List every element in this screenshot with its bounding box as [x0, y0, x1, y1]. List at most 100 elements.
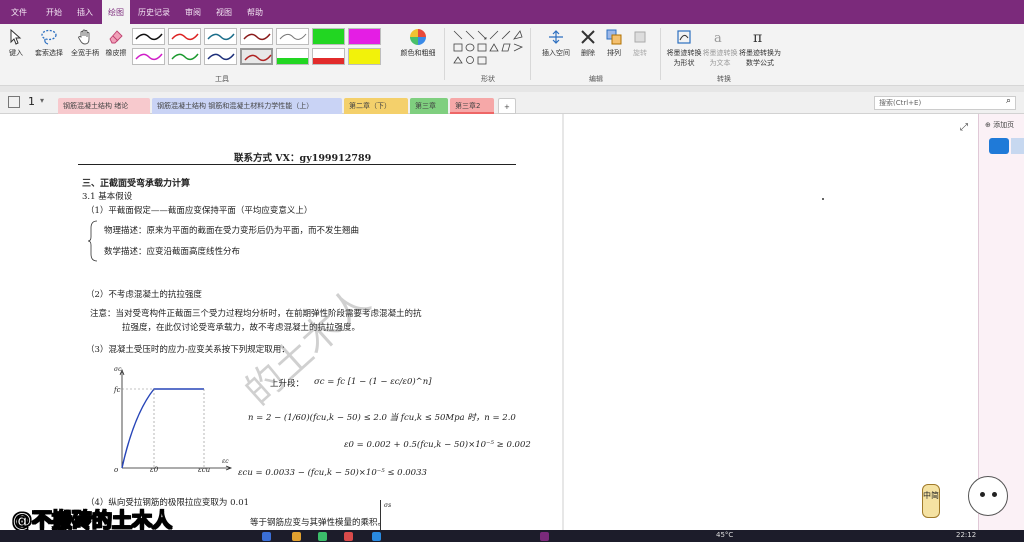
pen-navy[interactable]	[204, 48, 237, 65]
add-page-button[interactable]: ⊕ 添加页	[985, 120, 1024, 130]
header-rule	[78, 164, 516, 165]
graph2-axis	[380, 500, 381, 530]
rotate-button[interactable]: 旋转	[628, 28, 652, 58]
hand-label: 全宽手柄	[71, 49, 99, 57]
highlighter-red[interactable]	[312, 48, 345, 65]
section-tabs-bar: 1 ▾ 钢筋混凝土结构 绪论 钢筋混凝土结构 钢筋和混凝土材料力学性能（上） 第…	[0, 92, 1024, 114]
add-section-button[interactable]: +	[498, 98, 516, 114]
mascot-face-icon	[968, 476, 1008, 516]
ink-to-text-button[interactable]: a 将墨迹转换为文本	[702, 28, 738, 68]
ink-to-math-button[interactable]: π 将墨迹转换为数学公式	[738, 28, 782, 68]
pen-magenta[interactable]	[132, 48, 165, 65]
highlighter-green[interactable]	[312, 28, 345, 45]
menu-draw[interactable]: 绘图	[102, 0, 130, 24]
subsection-heading: 3.1 基本假设	[82, 192, 133, 202]
pen-black[interactable]	[132, 28, 165, 45]
menu-insert[interactable]: 插入	[72, 0, 98, 24]
section-heading: 三、正截面受弯承载力计算	[82, 179, 191, 189]
stress-strain-graph	[119, 368, 233, 471]
arrange-button[interactable]: 排列	[602, 28, 626, 58]
pen-darkred[interactable]	[240, 28, 273, 45]
graph-origin: o	[114, 466, 119, 474]
section-tab-4[interactable]: 第三章	[410, 98, 448, 114]
taskbar-app-icon[interactable]	[292, 532, 301, 541]
tools-group-label: 工具	[215, 75, 229, 83]
menu-file[interactable]: 文件	[6, 0, 32, 24]
content-area: 联系方式 VX：gy199912789 三、正截面受弯承载力计算 3.1 基本假…	[0, 114, 1024, 533]
menu-start[interactable]: 开始	[40, 0, 68, 24]
pen-teal[interactable]	[204, 28, 237, 45]
graph-ecu-label: εcu	[198, 466, 211, 474]
contact-line: 联系方式 VX：gy199912789	[234, 153, 372, 164]
graph-ylabel: σc	[114, 366, 122, 373]
assumption-1: （1）平截面假定——截面应变保持平面（平均应变意义上）	[86, 206, 313, 216]
taskbar-app-icon[interactable]	[372, 532, 381, 541]
expand-icon[interactable]: ⤢	[960, 122, 968, 133]
menu-review[interactable]: 审阅	[180, 0, 206, 24]
mascot-sticker: 中简	[918, 470, 1022, 526]
eraser-icon	[109, 30, 123, 44]
shapes-gallery[interactable]	[452, 29, 524, 67]
chevron-down-icon[interactable]: ▾	[40, 96, 44, 105]
eraser-tool[interactable]: 橡皮擦	[102, 28, 130, 58]
menu-view[interactable]: 视图	[210, 0, 238, 24]
math-description: 数学描述：应变沿截面高度线性分布	[104, 247, 241, 257]
taskbar-app-icon[interactable]	[344, 532, 353, 541]
menu-help[interactable]: 帮助	[242, 0, 268, 24]
section-tab-1[interactable]: 钢筋混凝土结构 绪论	[58, 98, 150, 114]
taskbar-app-icon[interactable]	[318, 532, 327, 541]
graph-fc-label: fc	[114, 386, 121, 394]
svg-text:π: π	[753, 30, 762, 46]
pi-icon: π	[753, 30, 762, 46]
assumption-5: 等于钢筋应变与其弹性模量的乘积。	[250, 518, 387, 528]
pen-selected[interactable]	[240, 48, 273, 65]
ink-text-icon: a	[714, 31, 722, 46]
type-tool[interactable]: 键入	[4, 28, 28, 58]
app-badge-icon[interactable]	[989, 138, 1009, 154]
lasso-icon	[41, 29, 57, 45]
color-weight-label: 颜色和粗细	[400, 49, 436, 57]
section-tab-2[interactable]: 钢筋混凝土结构 钢筋和混凝土材料力学性能（上）	[152, 98, 342, 114]
hand-tool[interactable]: 全宽手柄	[68, 28, 102, 58]
page-list-item[interactable]	[1011, 138, 1024, 154]
divider	[444, 28, 445, 80]
pen-green[interactable]	[168, 48, 201, 65]
search-input[interactable]: 搜索(Ctrl+E)	[874, 96, 1016, 110]
section-tab-3[interactable]: 第二章（下）	[344, 98, 408, 114]
mascot-eye-icon	[980, 492, 985, 497]
rotate-label: 旋转	[633, 49, 647, 57]
page-divider	[562, 114, 564, 530]
temperature-readout: 45°C	[716, 531, 734, 539]
pen-gray[interactable]	[276, 28, 309, 45]
lasso-tool[interactable]: 套索选择	[32, 28, 66, 58]
delete-label: 删除	[581, 49, 595, 57]
menu-history[interactable]: 历史记录	[134, 0, 174, 24]
insert-space-button[interactable]: 插入空间	[536, 28, 576, 58]
hand-icon	[78, 29, 90, 45]
color-weight-button[interactable]: 颜色和粗细	[398, 28, 438, 58]
ink-to-shape-button[interactable]: 将墨迹转换为形状	[666, 28, 702, 68]
search-icon[interactable]: ⌕	[1006, 96, 1011, 106]
taskbar-app-icon[interactable]	[262, 532, 271, 541]
ink-to-shape-label: 将墨迹转换为形状	[666, 49, 702, 67]
document-page[interactable]: 联系方式 VX：gy199912789 三、正截面受弯承载力计算 3.1 基本假…	[0, 114, 560, 530]
section-tab-5[interactable]: 第三章2	[450, 98, 494, 114]
pen-stroke-icon	[171, 33, 199, 41]
menu-bar: 文件 开始 插入 绘图 历史记录 审阅 视图 帮助	[0, 0, 1024, 24]
cursor-icon	[10, 28, 22, 45]
graph2-label: σs	[384, 502, 392, 509]
notebook-icon[interactable]	[8, 96, 20, 108]
highlighter-green-2[interactable]	[276, 48, 309, 65]
pen-red[interactable]	[168, 28, 201, 45]
delete-button[interactable]: 删除	[576, 28, 600, 58]
taskbar-onenote-icon[interactable]	[540, 532, 549, 541]
svg-text:a: a	[714, 31, 722, 46]
divider	[660, 28, 661, 80]
ribbon: 键入 套索选择 全宽手柄 橡皮擦 颜色和粗细 工具 形状 插入空间 删除 排列 …	[0, 24, 1024, 86]
highlighter-magenta[interactable]	[348, 28, 381, 45]
highlighter-yellow[interactable]	[348, 48, 381, 65]
pen-stroke-icon	[279, 33, 307, 40]
divider	[530, 28, 531, 80]
pen-stroke-icon	[243, 33, 271, 41]
taskbar: 45°C 22:12	[0, 530, 1024, 542]
